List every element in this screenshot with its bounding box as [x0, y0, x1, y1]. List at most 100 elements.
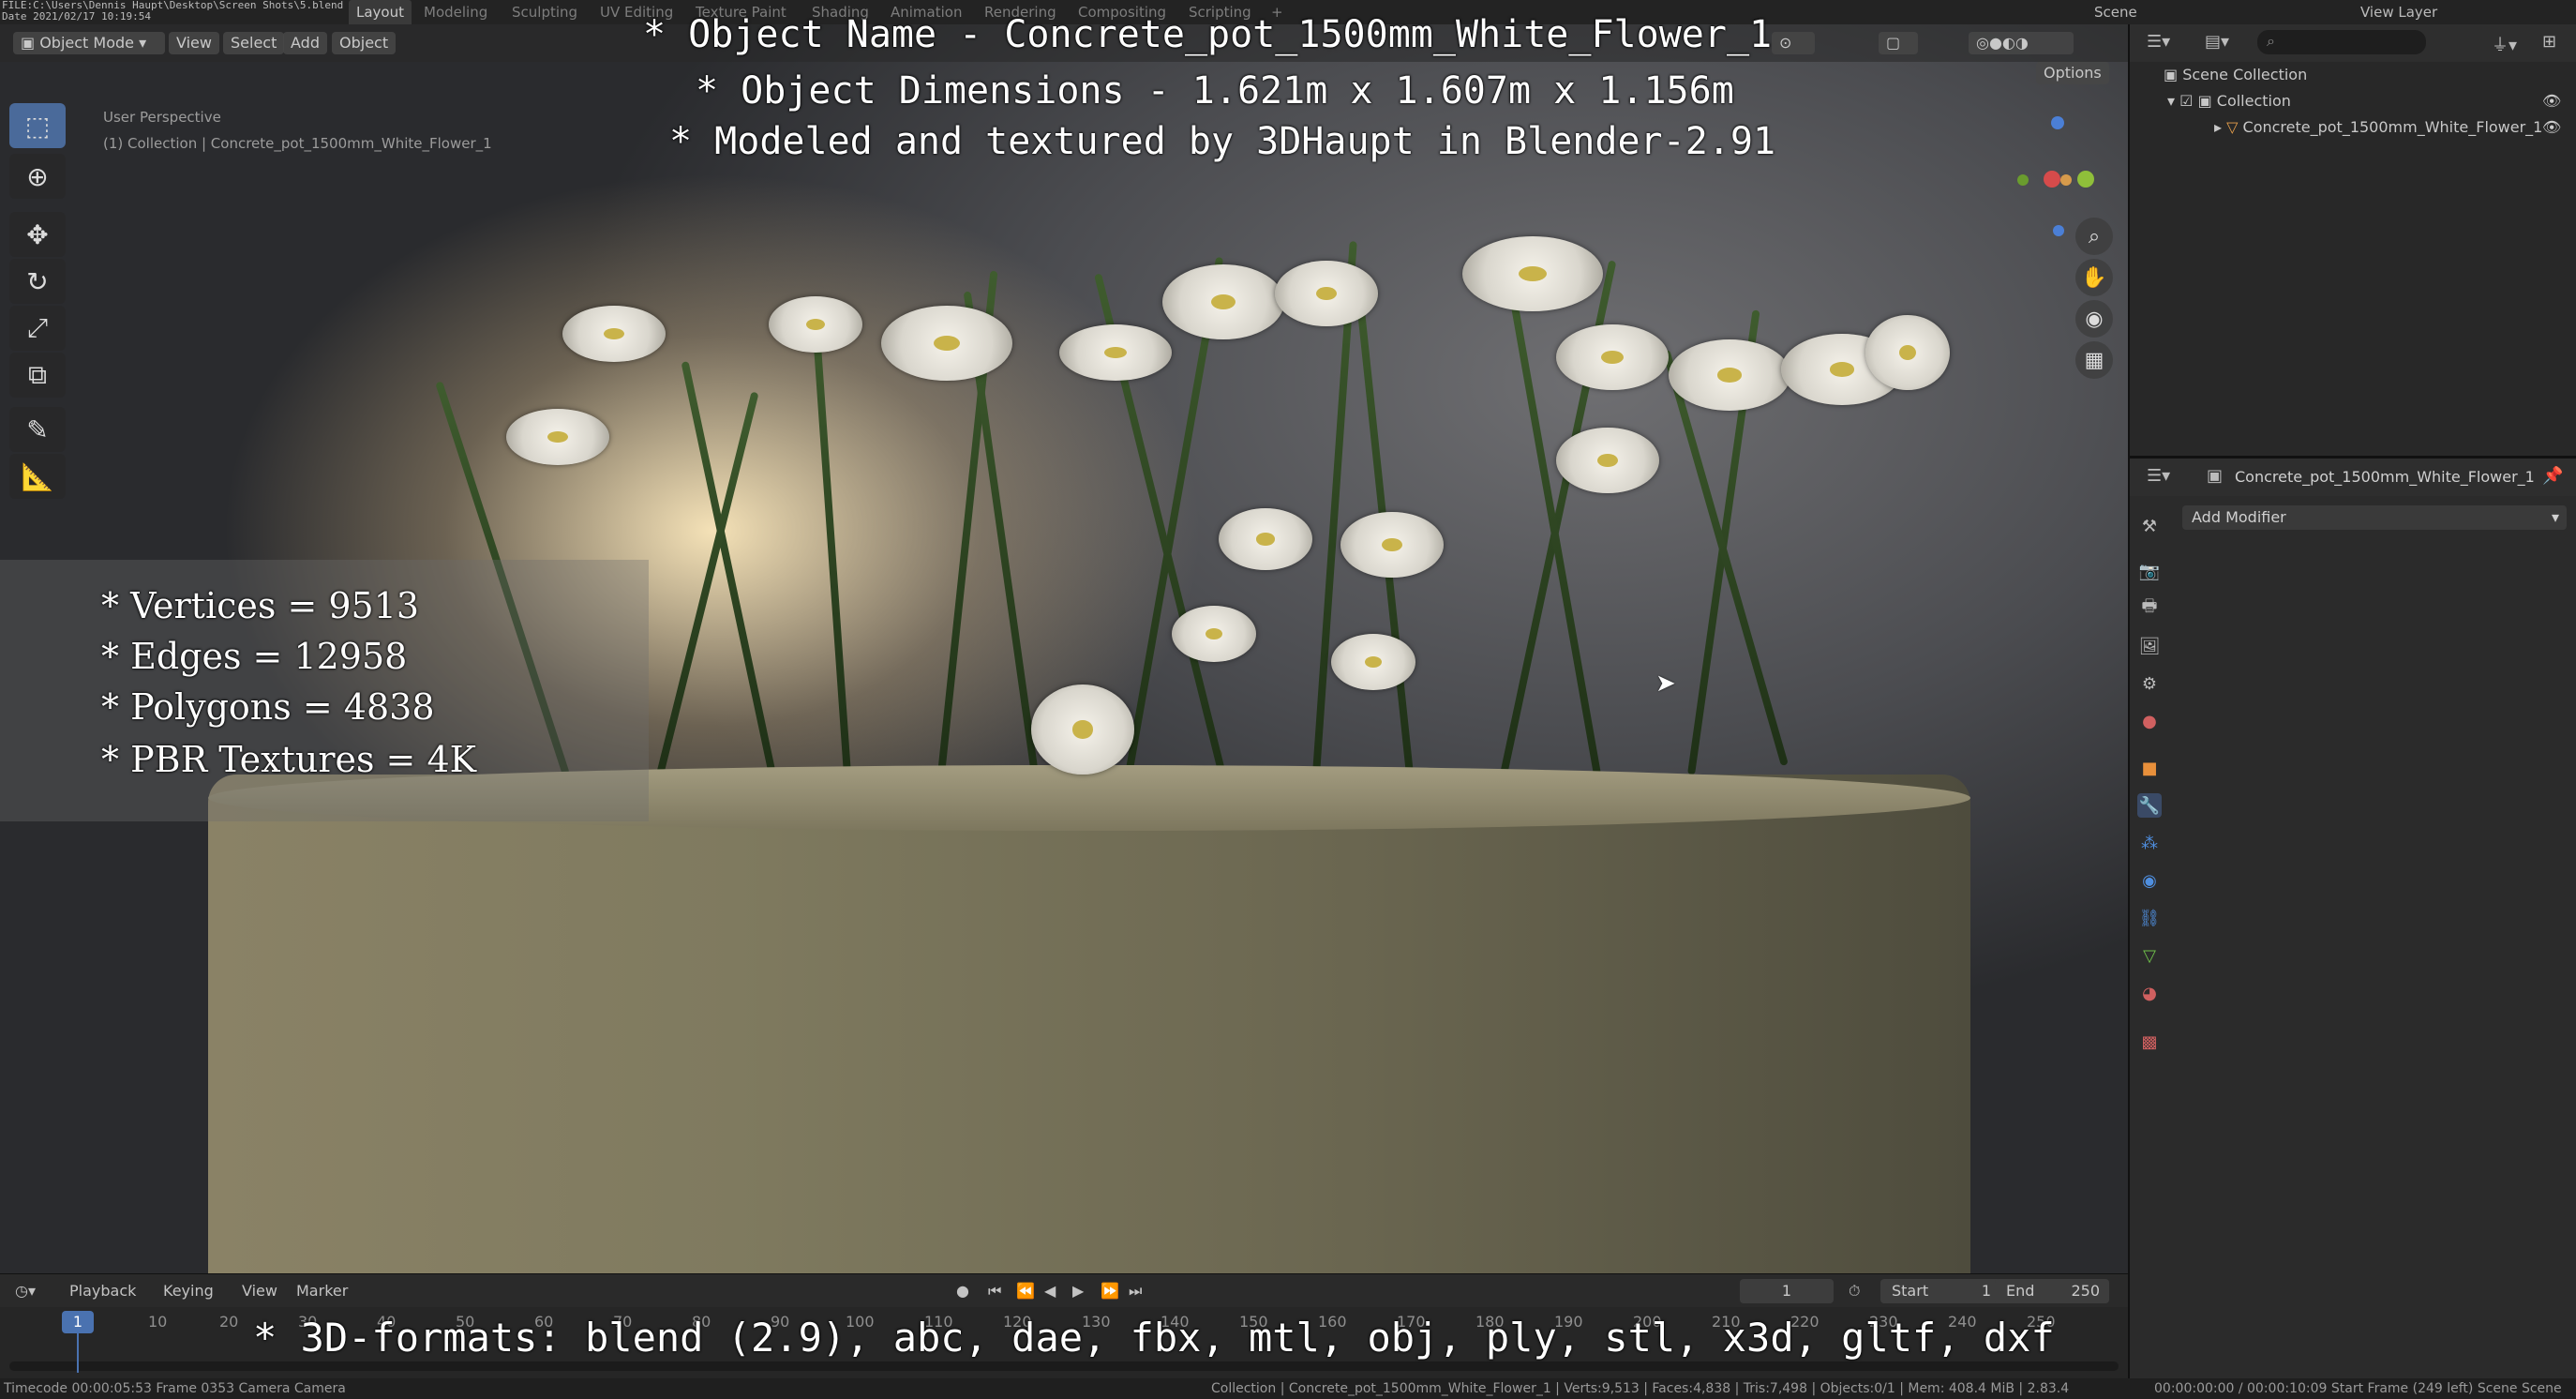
editor-type-clock-icon[interactable]: ◷▾: [15, 1280, 36, 1302]
zoom-icon[interactable]: ⌕: [2075, 218, 2113, 255]
mouse-cursor-icon: ➤: [1655, 669, 1676, 698]
add-modifier-dropdown[interactable]: Add Modifier ▾: [2182, 505, 2567, 530]
transform-tool-icon[interactable]: ⧉: [9, 353, 66, 398]
neg-x-axis-icon[interactable]: [2060, 174, 2072, 186]
output-tab-icon[interactable]: 🖶: [2137, 596, 2162, 621]
play-reverse-icon[interactable]: ◀: [1044, 1280, 1056, 1302]
timeline-scrollbar[interactable]: [9, 1361, 2119, 1371]
outliner-search-input[interactable]: ⌕: [2257, 30, 2426, 54]
texture-tab-icon[interactable]: ▩: [2137, 1030, 2162, 1054]
tab-layout[interactable]: Layout: [349, 0, 412, 24]
checkbox-icon[interactable]: ☑: [2179, 92, 2197, 110]
x-axis-icon[interactable]: [2044, 171, 2060, 188]
white-flower: [769, 296, 862, 353]
start-frame-field[interactable]: Start 1: [1880, 1279, 2000, 1303]
visibility-eye-icon[interactable]: 👁: [2542, 92, 2561, 110]
shading-mode-buttons[interactable]: ◎●◐◑: [1969, 32, 2074, 54]
overlay-toggle-icon[interactable]: ⊙: [1772, 32, 1815, 54]
play-icon[interactable]: ▶: [1072, 1280, 1084, 1302]
annotate-tool-icon[interactable]: ✎: [9, 407, 66, 452]
mesh-data-tab-icon[interactable]: ▽: [2137, 943, 2162, 968]
display-mode-icon[interactable]: ☰▾: [2147, 32, 2170, 52]
measure-tool-icon[interactable]: 📐: [9, 454, 66, 499]
scene-selector[interactable]: Scene: [2094, 0, 2137, 24]
scene-tab-icon[interactable]: ⚙: [2137, 671, 2162, 696]
timeline-view-menu[interactable]: View: [242, 1280, 277, 1302]
view-layer-selector[interactable]: View Layer: [2360, 0, 2437, 24]
y-axis-icon[interactable]: [2077, 171, 2094, 188]
status-left: Timecode 00:00:05:53 Frame 0353 Camera C…: [4, 1381, 346, 1396]
white-flower: [1556, 428, 1659, 493]
world-tab-icon[interactable]: ●: [2137, 709, 2162, 733]
object-menu[interactable]: Object: [332, 32, 397, 54]
z-axis-icon[interactable]: [2051, 116, 2064, 129]
tool-tab-icon[interactable]: ⚒: [2137, 514, 2162, 538]
object-mode-dropdown[interactable]: ▣ Object Mode ▾: [13, 32, 165, 54]
visibility-eye-icon[interactable]: 👁: [2542, 118, 2561, 136]
jump-end-icon[interactable]: ⏭: [1129, 1280, 1142, 1302]
marker-menu[interactable]: Marker: [296, 1280, 348, 1302]
rotate-tool-icon[interactable]: ↻: [9, 259, 66, 304]
start-value: 1: [1981, 1282, 1991, 1300]
move-tool-icon[interactable]: ✥: [9, 212, 66, 257]
physics-tab-icon[interactable]: ◉: [2137, 868, 2162, 893]
playhead-line: [77, 1331, 79, 1373]
playhead[interactable]: 1: [62, 1311, 94, 1333]
modifier-tab-icon[interactable]: 🔧: [2137, 793, 2162, 818]
camera-view-icon[interactable]: ◉: [2075, 300, 2113, 338]
pin-icon[interactable]: 📌: [2542, 466, 2563, 486]
neg-y-axis-icon[interactable]: [2017, 174, 2029, 186]
axis-gizmo[interactable]: [2015, 109, 2100, 236]
start-label: Start: [1892, 1282, 1929, 1300]
frame-tick: 10: [148, 1313, 168, 1331]
current-frame-field[interactable]: 1: [1740, 1279, 1834, 1303]
filter-view-icon[interactable]: ▤▾: [2205, 32, 2229, 52]
viewport-collection-label: (1) Collection | Concrete_pot_1500mm_Whi…: [103, 135, 492, 152]
collection-icon: ▣: [2197, 92, 2217, 110]
scale-tool-icon[interactable]: ⤢: [9, 306, 66, 351]
new-collection-icon[interactable]: ⊞: [2542, 32, 2556, 52]
status-scene-stats: Collection | Concrete_pot_1500mm_White_F…: [1211, 1381, 2070, 1396]
stat-edges: * Edges = 12958: [101, 636, 408, 677]
material-tab-icon[interactable]: ◕: [2137, 981, 2162, 1005]
pan-hand-icon[interactable]: ✋: [2075, 259, 2113, 296]
white-flower: [1162, 264, 1284, 339]
outliner-collection[interactable]: ▾ ☑ ▣ Collection: [2167, 92, 2291, 110]
particles-tab-icon[interactable]: ⁂: [2137, 831, 2162, 855]
outliner-object[interactable]: ▸ ▽ Concrete_pot_1500mm_White_Flower_1: [2214, 118, 2542, 136]
render-stamp: FILE:C:\Users\Dennis Haupt\Desktop\Scree…: [2, 0, 343, 23]
properties-header: ☰▾ ▣ Concrete_pot_1500mm_White_Flower_1 …: [2130, 459, 2576, 496]
outliner-scene-collection[interactable]: ▣ Scene Collection: [2164, 66, 2307, 83]
keying-menu[interactable]: Keying: [163, 1280, 214, 1302]
options-dropdown[interactable]: Options: [2036, 62, 2109, 84]
expand-arrow-icon: ▸: [2214, 118, 2227, 136]
jump-start-icon[interactable]: ⏮: [988, 1280, 1001, 1302]
concrete-pot[interactable]: [208, 775, 1970, 1273]
object-tab-icon[interactable]: ■: [2137, 756, 2162, 780]
neg-z-axis-icon[interactable]: [2053, 225, 2064, 236]
xray-toggle-icon[interactable]: ▢: [1879, 32, 1918, 54]
clock-icon[interactable]: ⏱: [1849, 1280, 1860, 1302]
next-keyframe-icon[interactable]: ⏩: [1101, 1280, 1119, 1302]
white-flower: [1865, 315, 1950, 390]
end-frame-field[interactable]: End 250: [1995, 1279, 2109, 1303]
view-layer-tab-icon[interactable]: 🖼: [2137, 634, 2162, 658]
record-icon[interactable]: ●: [956, 1280, 969, 1302]
grid-view-icon[interactable]: ▦: [2075, 341, 2113, 379]
playback-menu[interactable]: Playback: [69, 1280, 136, 1302]
filter-icon[interactable]: ⏚▾: [2492, 32, 2517, 56]
cursor-tool-icon[interactable]: ⊕: [9, 154, 66, 199]
tab-modeling[interactable]: Modeling: [424, 0, 487, 24]
select-menu[interactable]: Select: [223, 32, 285, 54]
formats-caption: * 3D-formats: blend (2.9), abc, dae, fbx…: [253, 1315, 2055, 1361]
select-box-tool-icon[interactable]: ⬚: [9, 103, 66, 148]
view-menu[interactable]: View: [169, 32, 219, 54]
chevron-down-icon: ▾: [2551, 508, 2559, 526]
tab-sculpting[interactable]: Sculpting: [512, 0, 577, 24]
constraints-tab-icon[interactable]: ⛓: [2137, 906, 2162, 930]
render-tab-icon[interactable]: 📷: [2137, 559, 2162, 583]
properties-editor-icon[interactable]: ☰▾: [2147, 466, 2170, 486]
timeline-header: ◷▾ Playback Keying View Marker ● ⏮ ⏪ ◀ ▶…: [0, 1273, 2128, 1308]
add-menu[interactable]: Add: [283, 32, 327, 54]
prev-keyframe-icon[interactable]: ⏪: [1016, 1280, 1035, 1302]
